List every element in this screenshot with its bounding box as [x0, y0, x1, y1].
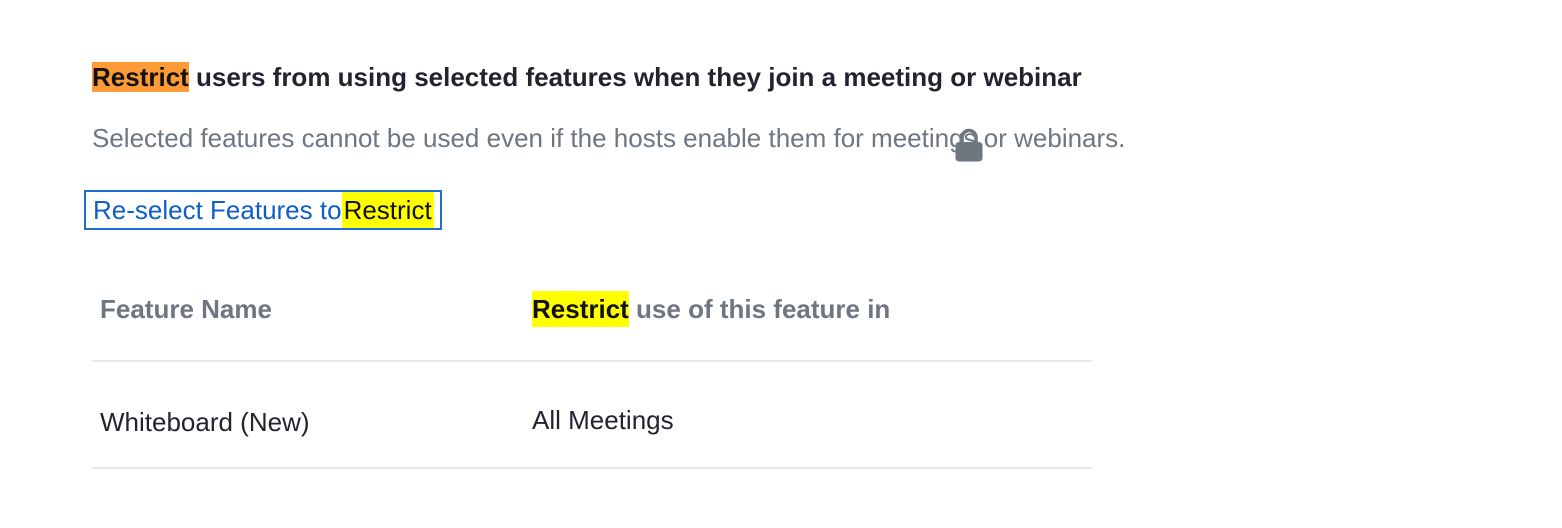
- column-header-restrict: Restrict use of this feature in: [532, 291, 890, 327]
- restricted-features-table: Feature Name Restrict use of this featur…: [92, 276, 1092, 469]
- feature-restriction-panel: Restrict users from using selected featu…: [0, 0, 1562, 528]
- lock-icon: [955, 128, 983, 162]
- setting-title: Restrict users from using selected featu…: [92, 59, 1082, 95]
- column-header-text: use of this feature in: [628, 294, 891, 324]
- reselect-link-text: Re-select Features to: [93, 195, 342, 225]
- restriction-scope-cell: All Meetings: [532, 405, 674, 435]
- reselect-link-highlight: Restrict: [341, 192, 434, 228]
- column-header-highlight: Restrict: [532, 291, 629, 327]
- column-header-feature-name: Feature Name: [100, 294, 272, 324]
- table-header: Feature Name Restrict use of this featur…: [92, 276, 1092, 362]
- reselect-features-link[interactable]: Re-select Features to Restrict: [84, 190, 442, 230]
- title-text: users from using selected features when …: [188, 62, 1082, 92]
- title-highlight: Restrict: [92, 62, 189, 92]
- feature-name-cell: Whiteboard (New): [100, 407, 310, 437]
- table-row: Whiteboard (New) All Meetings: [92, 362, 1092, 469]
